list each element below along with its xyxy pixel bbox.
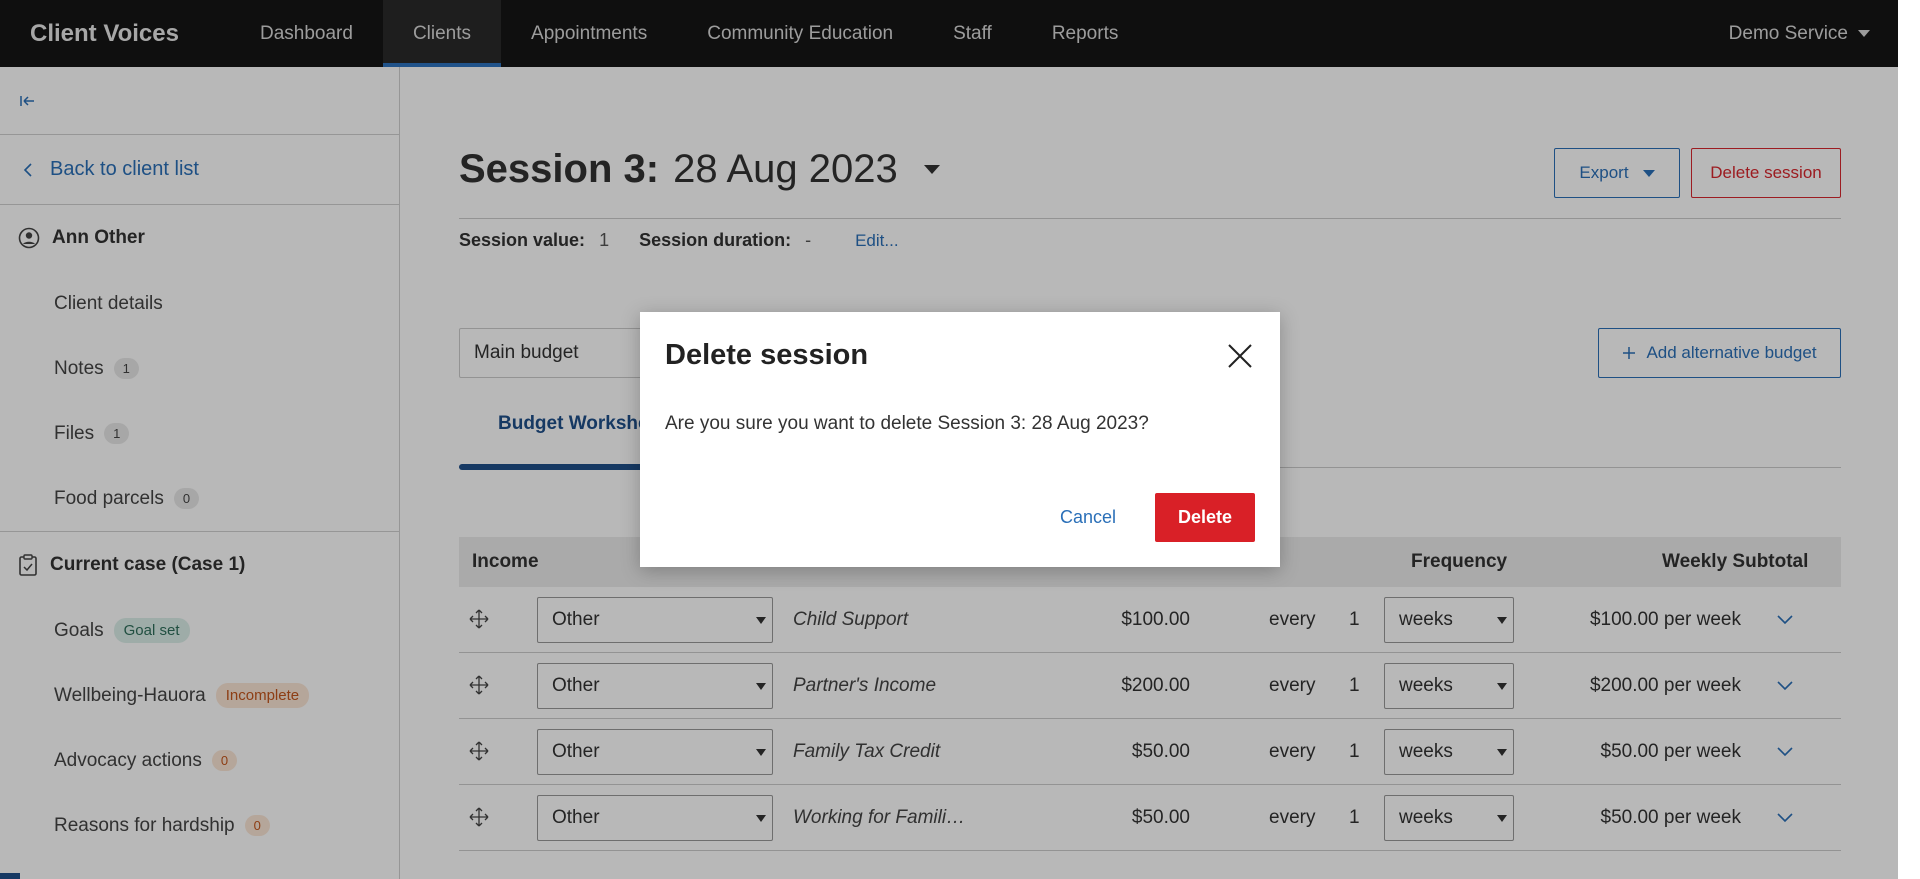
close-icon[interactable] — [1226, 342, 1254, 370]
delete-button[interactable]: Delete — [1155, 493, 1255, 542]
delete-session-dialog: Delete session Are you sure you want to … — [640, 312, 1280, 567]
cancel-button[interactable]: Cancel — [1060, 507, 1116, 528]
dialog-message: Are you sure you want to delete Session … — [665, 413, 1149, 434]
page-right-edge — [1898, 0, 1920, 879]
dialog-title: Delete session — [665, 339, 869, 371]
